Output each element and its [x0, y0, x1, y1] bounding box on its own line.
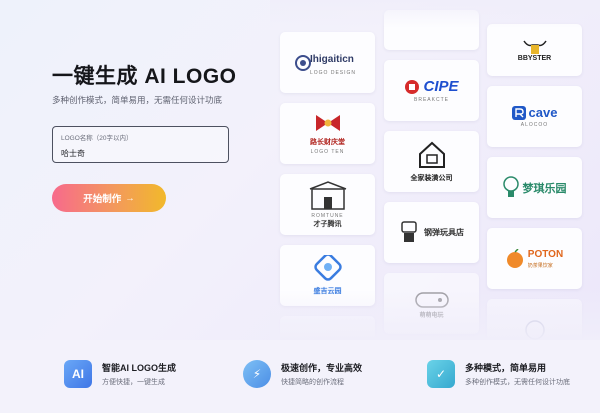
gear-badge-icon	[405, 79, 420, 94]
logo-card-text: BBYSTER	[517, 54, 552, 62]
logo-card[interactable]: 萌萌电玩	[384, 273, 479, 334]
start-button[interactable]: 开始制作 →	[52, 184, 166, 212]
logo-card-text: 盛吉云园	[313, 288, 342, 295]
logo-card[interactable]	[487, 299, 582, 340]
logo-card[interactable]: 路长财庆堂 LOGO TEN	[280, 103, 375, 164]
feature-desc: 方便快捷，一键生成	[102, 379, 165, 386]
house-icon	[418, 141, 445, 168]
logo-card-text: cave	[528, 105, 558, 120]
feature-title: 多种模式，简单易用	[465, 363, 547, 373]
gallery-column-2: CIPE BREAKCTE 全家装潢公司 钢弹玩具店 萌萌电玩	[384, 10, 479, 334]
feature-title: 智能AI LOGO生成	[102, 363, 176, 373]
logo-card-sub: LOGO DESIGN	[310, 70, 357, 76]
logo-card-text: 梦琪乐园	[522, 182, 567, 195]
logo-card[interactable]: ROMTUNE 才子腾讯	[280, 174, 375, 235]
check-icon: ✓	[427, 360, 455, 388]
logo-name-label: LOGO名称（20字以内）	[61, 135, 133, 142]
logo-name-field[interactable]: LOGO名称（20字以内）	[52, 126, 229, 163]
logo-card[interactable]: CIPE BREAKCTE	[384, 60, 479, 121]
logo-card[interactable]	[384, 10, 479, 50]
logo-card-text: CIPE	[423, 78, 459, 95]
logo-card[interactable]: 梦琪乐园	[487, 157, 582, 218]
r-mark-icon	[511, 105, 526, 120]
feature-desc: 快捷简略的创作流程	[281, 379, 344, 386]
feature-desc: 多种创作模式，无需任何设计功底	[465, 379, 570, 386]
logo-card-sub: LOGO TEN	[310, 149, 345, 155]
logo-card-text: POTON	[527, 248, 564, 260]
logo-card[interactable]: POTON 奶茶果饮家	[487, 228, 582, 289]
logo-card[interactable]	[280, 316, 375, 340]
feature-item: ✓ 多种模式，简单易用 多种创作模式，无需任何设计功底	[427, 360, 570, 388]
logo-card-sub: ALOCOO	[520, 122, 549, 128]
gallery-column-3: BBYSTER cave ALOCOO 梦琪乐园 POTON 奶茶果饮家	[487, 24, 582, 340]
logo-card[interactable]: 钢弹玩具店	[384, 202, 479, 263]
lightning-icon: ⚡	[243, 360, 271, 388]
orange-fruit-icon	[506, 248, 523, 268]
logo-card[interactable]: Ihigaiticn LOGO DESIGN	[280, 32, 375, 93]
page-subtitle: 多种创作模式，简单易用，无需任何设计功底	[52, 95, 223, 105]
logo-card[interactable]: 盛吉云园	[280, 245, 375, 306]
ox-head-icon	[522, 40, 547, 54]
logo-card[interactable]: BBYSTER	[487, 24, 582, 76]
logo-card-text: 萌萌电玩	[419, 313, 444, 319]
logo-name-input[interactable]	[61, 147, 221, 159]
logo-card[interactable]: cave ALOCOO	[487, 86, 582, 147]
start-button-label: 开始制作	[83, 194, 122, 205]
ai-icon: AI	[64, 360, 92, 388]
logo-card-text: 全家装潢公司	[410, 175, 453, 182]
hero-section: 一键生成 AI LOGO 多种创作模式，简单易用，无需任何设计功底 LOGO名称…	[0, 0, 600, 340]
gamepad-icon	[414, 292, 449, 308]
gallery-column-1: Ihigaiticn LOGO DESIGN 路长财庆堂 LOGO TEN RO…	[280, 32, 375, 340]
logo-card-sub: BREAKCTE	[414, 97, 449, 103]
logo-card[interactable]: 全家装潢公司	[384, 131, 479, 192]
cloud-square-icon	[313, 255, 342, 281]
features-bar: AI 智能AI LOGO生成 方便快捷，一键生成 ⚡ 极速创作，专业高效 快捷简…	[0, 340, 600, 413]
red-bow-icon	[315, 115, 340, 131]
logo-card-text: Ihigaiticn	[310, 54, 354, 65]
round-face-icon	[524, 319, 545, 340]
arrow-right-icon: →	[125, 192, 135, 204]
gate-icon	[309, 180, 346, 210]
feature-item: ⚡ 极速创作，专业高效 快捷简略的创作流程	[243, 360, 362, 388]
page-title: 一键生成 AI LOGO	[52, 65, 237, 88]
bulb-icon	[502, 175, 519, 197]
logo-card-sub: 奶茶果饮家	[527, 262, 553, 269]
logo-card-text: 才子腾讯	[313, 220, 342, 228]
logo-card-text: 钢弹玩具店	[424, 228, 464, 237]
robot-icon	[401, 220, 417, 242]
logo-card-text: 路长财庆堂	[310, 139, 345, 146]
feature-item: AI 智能AI LOGO生成 方便快捷，一键生成	[64, 360, 176, 388]
feature-title: 极速创作，专业高效	[281, 363, 363, 373]
